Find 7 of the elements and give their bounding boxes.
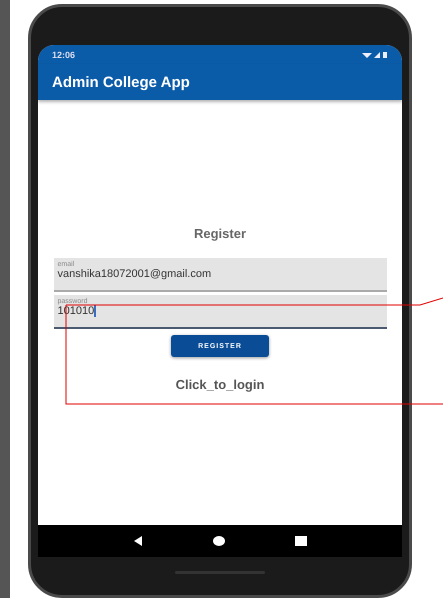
login-link[interactable]: Click_to_login — [176, 377, 264, 392]
status-time: 12:06 — [52, 50, 76, 60]
back-icon[interactable] — [133, 536, 143, 546]
app-title: Admin College App — [52, 74, 190, 90]
form-heading: Register — [194, 226, 246, 241]
home-icon[interactable] — [213, 536, 225, 546]
signal-icon — [362, 50, 388, 58]
